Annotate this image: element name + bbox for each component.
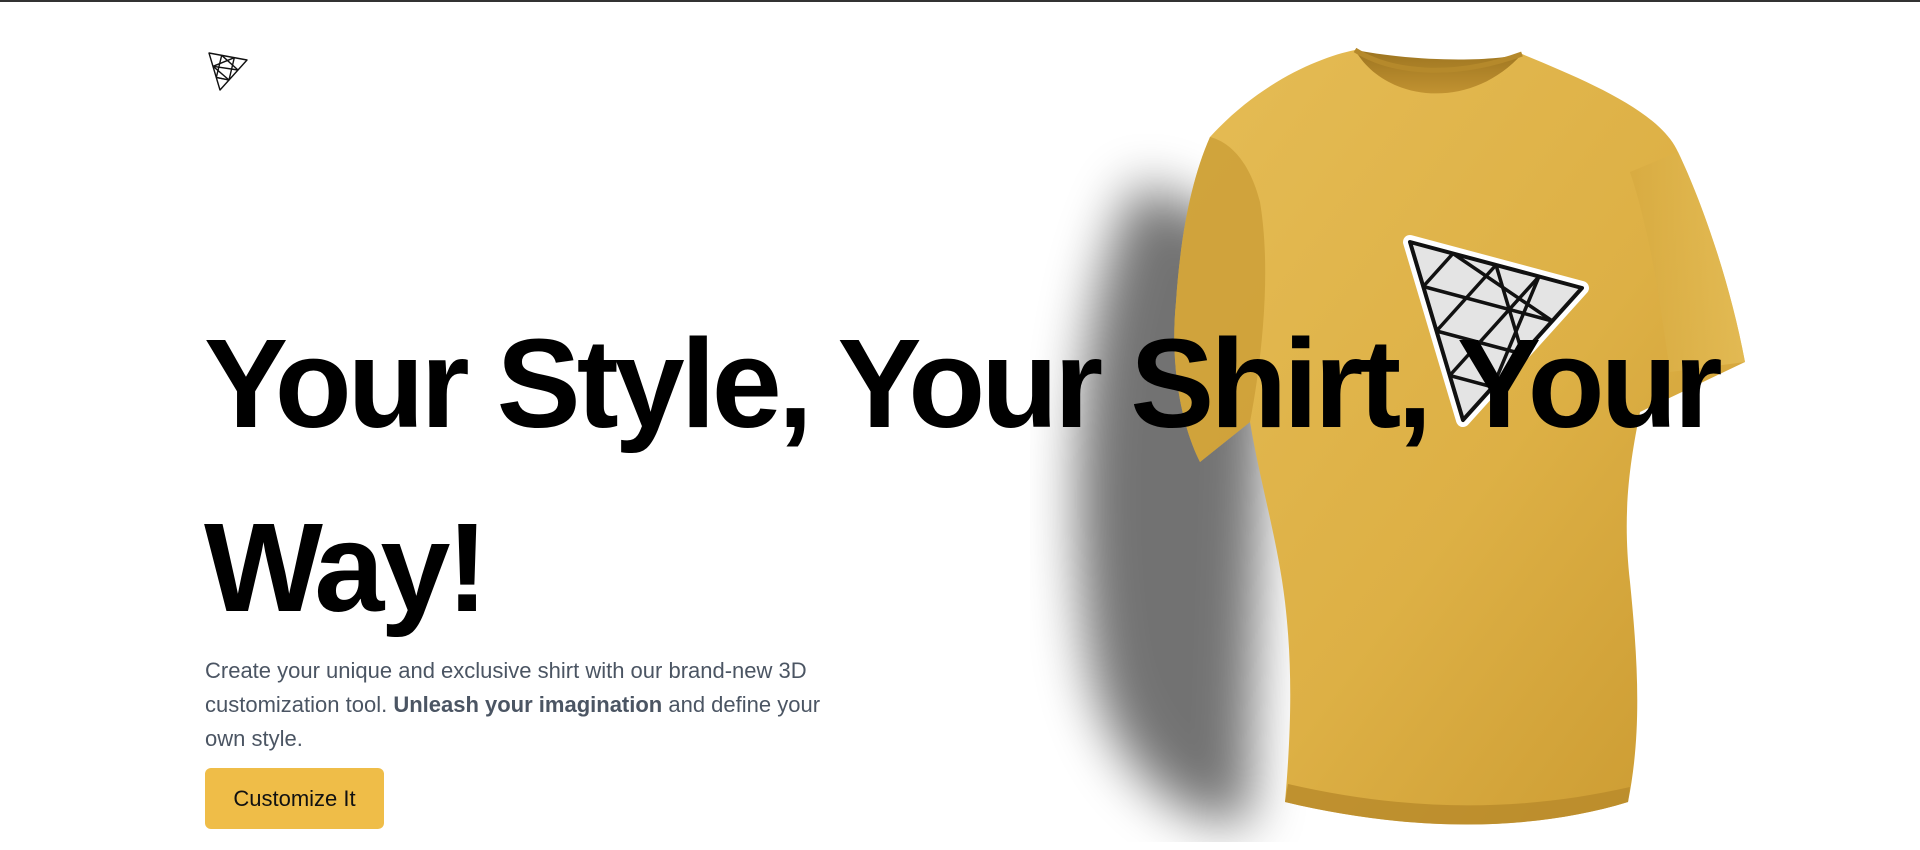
description-emphasis: Unleash your imagination bbox=[393, 692, 663, 717]
hero-headline: Your Style, Your Shirt, Your Way! bbox=[204, 313, 1723, 638]
customize-it-button[interactable]: Customize It bbox=[205, 768, 384, 829]
hero-description: Create your unique and exclusive shirt w… bbox=[205, 654, 845, 756]
landing-page: Your Style, Your Shirt, Your Way! Create… bbox=[0, 0, 1920, 850]
triangle-grid-logo-icon[interactable] bbox=[206, 50, 250, 94]
